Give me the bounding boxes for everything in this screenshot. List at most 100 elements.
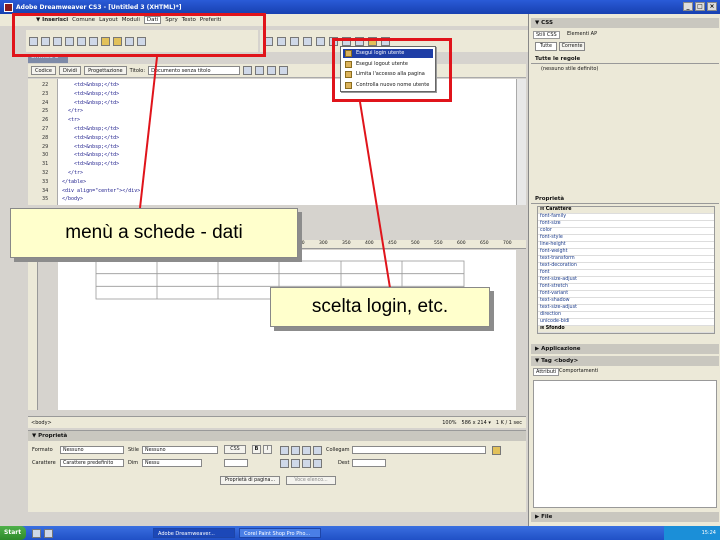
format-label: Formato [32,447,53,453]
code-line: <td>&nbsp;</td> [62,161,120,168]
tag-inspector-body[interactable] [533,380,717,508]
code-line: <td>&nbsp;</td> [62,90,120,97]
quicklaunch-ie-icon[interactable] [32,528,41,538]
window-titlebar: Adobe Dreamweaver CS3 - [Untitled 3 (XHT… [0,0,720,14]
code-line: </tr> [62,108,84,115]
taskbar-paintshop[interactable]: Corel Paint Shop Pro Pho... [239,528,321,538]
start-button[interactable]: Start [0,526,26,540]
css-panel-title[interactable]: ▼ CSS [531,18,719,28]
css-property-row[interactable]: line-height [538,242,714,249]
indent-icon[interactable] [313,459,322,468]
css-property-group[interactable]: ⊞ Sfondo [538,326,714,333]
window-size[interactable]: 586 x 214 ▾ [462,420,491,426]
window-title: Adobe Dreamweaver CS3 - [Untitled 3 (XHT… [16,3,182,11]
page-properties-button[interactable]: Proprietà di pagina... [220,476,280,485]
annotation-box-tabs [12,13,266,57]
minimize-button[interactable]: _ [683,2,693,11]
css-properties-grid[interactable]: ⊟ Carattere font-family font-size color font… [537,206,715,334]
design-view-button[interactable]: Progettazione [84,66,127,75]
code-line: </table> [62,178,87,185]
size-select[interactable]: Nessu [142,459,202,467]
line-number: 27 [42,126,49,132]
recordset-paging-icon[interactable] [277,36,286,46]
css-property-row[interactable]: color [538,228,714,235]
ruler-mark: 500 [411,241,420,246]
properties-title[interactable]: ▼ Proprietà [28,431,526,441]
style-select[interactable]: Nessuno [142,446,218,454]
line-number: 30 [42,152,49,159]
zoom-select[interactable]: 100% [442,420,456,426]
line-number: 25 [42,108,49,115]
css-property-row[interactable]: font-size-adjust [538,277,714,284]
application-panel-title[interactable]: ▶ Applicazione [531,344,719,354]
justify-icon[interactable] [313,446,322,455]
format-select[interactable]: Nessuno [60,446,124,454]
files-panel-title[interactable]: ▶ File [531,512,719,522]
target-select[interactable] [352,459,386,467]
split-view-button[interactable]: Dividi [58,66,82,75]
align-left-icon[interactable] [280,446,289,455]
vertical-ruler [28,250,38,410]
css-property-row[interactable]: font-size [538,221,714,228]
display-record-count-icon[interactable] [303,36,312,46]
tag-selector[interactable]: <body> [31,420,52,426]
italic-button[interactable]: I [263,445,272,454]
code-view-button[interactable]: Codice [31,66,56,75]
link-input[interactable] [352,446,486,454]
title-label: Titolo: [129,67,146,74]
css-property-row[interactable]: text-transform [538,256,714,263]
css-property-row[interactable]: font-family [538,214,714,221]
refresh-icon[interactable] [267,66,277,75]
color-input[interactable] [224,459,248,467]
css-property-row[interactable]: text-shadow [538,298,714,305]
tab-css-styles[interactable]: Stili CSS [533,31,560,39]
all-rules-button[interactable]: Tutte [535,42,557,51]
target-label: Dest [338,460,350,466]
ruler-mark: 350 [342,241,351,246]
taskbar-dreamweaver[interactable]: Adobe Dreamweaver... [153,528,235,538]
line-number: 23 [42,90,49,97]
css-property-row[interactable]: font [538,270,714,277]
tab-attributes[interactable]: Attributi [533,368,560,376]
css-property-row[interactable]: direction [538,312,714,319]
master-detail-icon[interactable] [316,36,325,46]
unordered-list-icon[interactable] [280,459,289,468]
list-item-button[interactable]: Voce elenco... [286,476,336,485]
css-property-row[interactable]: unicode-bidi [538,319,714,326]
tab-ap-elements[interactable]: Elementi AP [567,31,597,37]
align-center-icon[interactable] [291,446,300,455]
align-right-icon[interactable] [302,446,311,455]
css-property-row[interactable]: text-decoration [538,263,714,270]
properties-header: Proprietà [531,194,719,204]
line-number: 24 [42,99,49,106]
quicklaunch-desktop-icon[interactable] [44,528,53,538]
view-options-icon[interactable] [279,66,289,75]
font-select[interactable]: Carattere predefinito [60,459,124,467]
document-title-input[interactable]: Documento senza titolo [148,66,241,75]
css-property-row[interactable]: font-stretch [538,284,714,291]
ordered-list-icon[interactable] [291,459,300,468]
design-view[interactable] [58,250,516,410]
css-property-row[interactable]: font-variant [538,291,714,298]
file-management-icon[interactable] [243,66,253,75]
css-button[interactable]: CSS [224,445,246,454]
css-property-group[interactable]: ⊟ Carattere [538,207,714,214]
current-rules-button[interactable]: Corrente [559,42,585,51]
maximize-button[interactable]: □ [695,2,705,11]
css-property-row[interactable]: font-style [538,235,714,242]
line-number: 22 [42,82,49,88]
code-scrollbar[interactable] [516,79,526,205]
browse-folder-icon[interactable] [492,446,501,455]
callout-login: scelta login, etc. [270,287,490,327]
line-number: 33 [42,178,49,185]
outdent-icon[interactable] [302,459,311,468]
line-number: 26 [42,117,49,124]
css-property-row[interactable]: text-size-adjust [538,305,714,312]
close-button[interactable]: × [707,2,717,11]
tag-inspector-title[interactable]: ▼ Tag <body> [531,356,719,366]
preview-in-browser-icon[interactable] [255,66,265,75]
bold-button[interactable]: B [252,445,261,454]
tab-behaviors[interactable]: Comportamenti [559,368,598,374]
go-to-detail-icon[interactable] [290,36,299,46]
css-property-row[interactable]: font-weight [538,249,714,256]
